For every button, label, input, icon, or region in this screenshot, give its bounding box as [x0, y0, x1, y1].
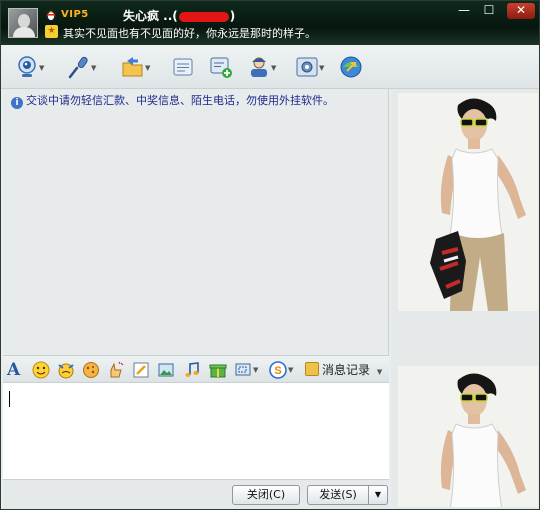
minimize-button[interactable]: —: [453, 3, 475, 19]
message-input[interactable]: [3, 383, 389, 479]
emoji-icon: [32, 361, 50, 379]
soso-button[interactable]: S ▼: [269, 361, 295, 379]
image-icon: [158, 363, 174, 377]
person-figure-image: [398, 93, 538, 311]
group-dropdown-arrow[interactable]: ▼: [271, 64, 276, 72]
add-contact-button[interactable]: [207, 53, 239, 81]
group-chat-button[interactable]: ▼: [245, 53, 277, 81]
applications-button[interactable]: ▼: [293, 53, 325, 81]
microphone-icon: [68, 56, 88, 79]
title-bar[interactable]: VIP5 失心疯 ..() ★ 其实不见面也有不见面的好，你永远是那时的样子。 …: [1, 1, 539, 45]
window-close-button[interactable]: ✕: [507, 3, 535, 19]
voice-call-button[interactable]: ▼: [65, 53, 97, 81]
video-call-button[interactable]: ▼: [13, 53, 45, 81]
remote-assist-button[interactable]: [337, 53, 369, 81]
message-history-label: 消息记录: [322, 363, 371, 377]
message-icon: [173, 58, 193, 76]
remote-assist-icon: [340, 56, 362, 78]
avatar[interactable]: [8, 8, 38, 38]
doodle-button[interactable]: [132, 361, 150, 379]
message-history-button[interactable]: 消息记录 ▼: [305, 361, 382, 378]
screenshot-icon: [235, 363, 251, 376]
screenshot-button[interactable]: ▼: [234, 361, 260, 379]
send-button[interactable]: 发送(S): [307, 485, 369, 505]
chat-window: VIP5 失心疯 ..() ★ 其实不见面也有不见面的好，你永远是那时的样子。 …: [0, 0, 540, 510]
gift-icon: [209, 364, 227, 378]
magic-face-icon: [58, 363, 74, 379]
action-bar: 关闭(C) 发送(S) ▼: [3, 479, 389, 509]
history-dropdown-arrow[interactable]: ▼: [377, 368, 382, 376]
music-button[interactable]: [183, 361, 201, 379]
font-button[interactable]: A: [7, 361, 23, 379]
redacted-qq-number: [178, 11, 229, 22]
folder-transfer-icon: [122, 57, 143, 77]
webcam-icon: [18, 56, 36, 77]
emoji-button[interactable]: [32, 361, 50, 379]
format-toolbar: A ▼ S ▼ 消息记录 ▼: [3, 355, 389, 383]
cookie-button[interactable]: [82, 361, 100, 379]
close-chat-button[interactable]: 关闭(C): [232, 485, 300, 505]
app-settings-icon: [296, 57, 318, 77]
chat-history[interactable]: i 交谈中请勿轻信汇款、中奖信息、陌生电话，勿使用外挂软件。: [3, 89, 389, 355]
maximize-button[interactable]: ☐: [478, 3, 500, 19]
security-notice: i 交谈中请勿轻信汇款、中奖信息、陌生电话，勿使用外挂软件。: [11, 92, 334, 109]
music-icon: [185, 362, 199, 377]
shake-button[interactable]: [107, 361, 125, 379]
nickname-text: 失心疯 ..(: [123, 9, 178, 23]
image-button[interactable]: [157, 361, 175, 379]
info-icon: i: [11, 97, 23, 109]
font-icon: A: [7, 360, 21, 380]
send-options-button[interactable]: ▼: [368, 485, 388, 505]
soso-dropdown-arrow[interactable]: ▼: [288, 366, 293, 374]
history-icon: [305, 362, 319, 376]
contact-nickname: 失心疯 ..(): [123, 7, 235, 24]
main-toolbar: ▼ ▼ ▼ ▼ ▼: [1, 45, 539, 89]
send-sms-button[interactable]: [169, 53, 201, 81]
magic-face-button[interactable]: [57, 361, 75, 379]
gift-button[interactable]: [209, 361, 227, 379]
voice-dropdown-arrow[interactable]: ▼: [91, 64, 96, 72]
contact-show-panel: [391, 89, 539, 509]
text-caret: [9, 391, 10, 407]
person-figure-image-2: [398, 366, 538, 507]
shake-icon: [110, 361, 124, 378]
cookie-icon: [83, 362, 99, 378]
nickname-close-paren: ): [229, 9, 236, 23]
group-chat-icon: [251, 57, 267, 77]
soso-icon: S: [269, 361, 287, 379]
qq-penguin-icon: [46, 9, 56, 21]
star-icon: ★: [45, 25, 58, 38]
security-notice-text: 交谈中请勿轻信汇款、中奖信息、陌生电话，勿使用外挂软件。: [26, 94, 334, 107]
contact-show-image[interactable]: [398, 93, 538, 311]
file-dropdown-arrow[interactable]: ▼: [145, 64, 150, 72]
contact-show-image-2[interactable]: [398, 366, 538, 507]
svg-text:S: S: [274, 365, 281, 377]
screenshot-dropdown-arrow[interactable]: ▼: [253, 366, 258, 374]
send-file-button[interactable]: ▼: [119, 53, 151, 81]
video-dropdown-arrow[interactable]: ▼: [39, 64, 44, 72]
app-dropdown-arrow[interactable]: ▼: [319, 64, 324, 72]
vip-badge: VIP5: [61, 9, 89, 20]
doodle-icon: [133, 362, 149, 378]
contact-signature: 其实不见面也有不见面的好，你永远是那时的样子。: [63, 27, 316, 40]
add-contact-icon: [210, 57, 232, 78]
